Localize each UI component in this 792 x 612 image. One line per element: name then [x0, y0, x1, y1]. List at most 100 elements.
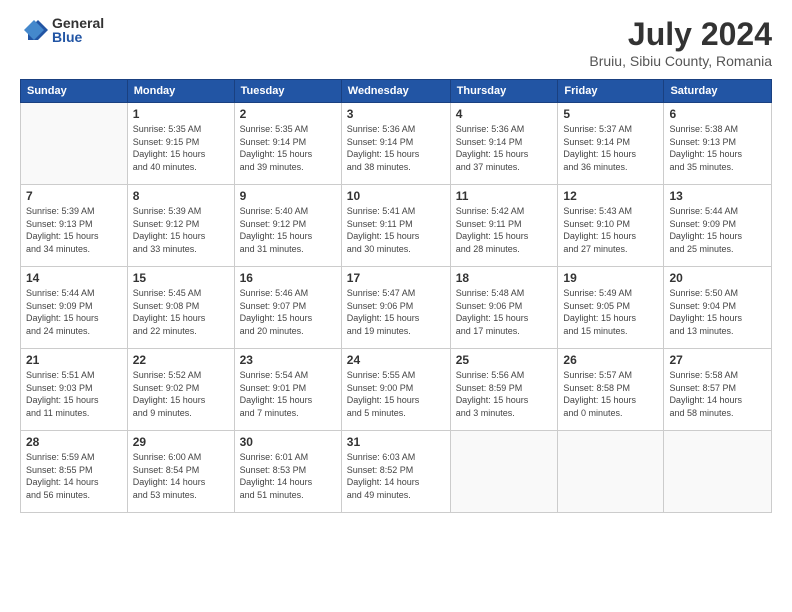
header-sunday: Sunday	[21, 80, 128, 103]
day-info: Sunrise: 5:36 AM Sunset: 9:14 PM Dayligh…	[347, 123, 445, 173]
calendar-cell: 29 Sunrise: 6:00 AM Sunset: 8:54 PM Dayli…	[127, 431, 234, 513]
day-number: 20	[669, 271, 766, 285]
logo-general-text: General	[52, 16, 104, 30]
day-info: Sunrise: 5:47 AM Sunset: 9:06 PM Dayligh…	[347, 287, 445, 337]
day-number: 21	[26, 353, 122, 367]
week-row-5: 28 Sunrise: 5:59 AM Sunset: 8:55 PM Dayli…	[21, 431, 772, 513]
logo-blue-text: Blue	[52, 30, 104, 44]
calendar-cell: 12Sunrise: 5:43 AM Sunset: 9:10 PM Dayli…	[558, 185, 664, 267]
day-number: 4	[456, 107, 553, 121]
header-tuesday: Tuesday	[234, 80, 341, 103]
day-info: Sunrise: 5:41 AM Sunset: 9:11 PM Dayligh…	[347, 205, 445, 255]
day-number: 19	[563, 271, 658, 285]
day-info: Sunrise: 5:44 AM Sunset: 9:09 PM Dayligh…	[26, 287, 122, 337]
day-info: Sunrise: 5:46 AM Sunset: 9:07 PM Dayligh…	[240, 287, 336, 337]
day-number: 31	[347, 435, 445, 449]
calendar-cell: 5Sunrise: 5:37 AM Sunset: 9:14 PM Daylig…	[558, 103, 664, 185]
calendar-cell: 27Sunrise: 5:58 AM Sunset: 8:57 PM Dayli…	[664, 349, 772, 431]
day-number: 5	[563, 107, 658, 121]
calendar-cell: 1Sunrise: 5:35 AM Sunset: 9:15 PM Daylig…	[127, 103, 234, 185]
week-row-3: 14 Sunrise: 5:44 AM Sunset: 9:09 PM Dayli…	[21, 267, 772, 349]
header: General Blue July 2024 Bruiu, Sibiu Coun…	[20, 16, 772, 69]
day-info: Sunrise: 5:45 AM Sunset: 9:08 PM Dayligh…	[133, 287, 229, 337]
day-number: 7	[26, 189, 122, 203]
week-row-1: 1Sunrise: 5:35 AM Sunset: 9:15 PM Daylig…	[21, 103, 772, 185]
day-info: Sunrise: 5:44 AM Sunset: 9:09 PM Dayligh…	[669, 205, 766, 255]
week-row-4: 21Sunrise: 5:51 AM Sunset: 9:03 PM Dayli…	[21, 349, 772, 431]
day-number: 10	[347, 189, 445, 203]
logo-text: General Blue	[52, 16, 104, 44]
calendar-cell: 22 Sunrise: 5:52 AM Sunset: 9:02 PM Dayli…	[127, 349, 234, 431]
month-year: July 2024	[589, 16, 772, 53]
calendar-cell: 16 Sunrise: 5:46 AM Sunset: 9:07 PM Dayli…	[234, 267, 341, 349]
calendar-cell: 15 Sunrise: 5:45 AM Sunset: 9:08 PM Dayli…	[127, 267, 234, 349]
day-info: Sunrise: 5:48 AM Sunset: 9:06 PM Dayligh…	[456, 287, 553, 337]
day-number: 9	[240, 189, 336, 203]
day-number: 11	[456, 189, 553, 203]
calendar-cell: 21Sunrise: 5:51 AM Sunset: 9:03 PM Dayli…	[21, 349, 128, 431]
day-info: Sunrise: 5:42 AM Sunset: 9:11 PM Dayligh…	[456, 205, 553, 255]
header-saturday: Saturday	[664, 80, 772, 103]
calendar-cell: 10 Sunrise: 5:41 AM Sunset: 9:11 PM Dayli…	[341, 185, 450, 267]
calendar-cell: 8Sunrise: 5:39 AM Sunset: 9:12 PM Daylig…	[127, 185, 234, 267]
day-info: Sunrise: 5:40 AM Sunset: 9:12 PM Dayligh…	[240, 205, 336, 255]
calendar-cell: 28 Sunrise: 5:59 AM Sunset: 8:55 PM Dayli…	[21, 431, 128, 513]
header-thursday: Thursday	[450, 80, 558, 103]
day-info: Sunrise: 5:49 AM Sunset: 9:05 PM Dayligh…	[563, 287, 658, 337]
day-number: 2	[240, 107, 336, 121]
calendar-cell: 19 Sunrise: 5:49 AM Sunset: 9:05 PM Dayli…	[558, 267, 664, 349]
calendar-cell	[450, 431, 558, 513]
day-info: Sunrise: 5:55 AM Sunset: 9:00 PM Dayligh…	[347, 369, 445, 419]
calendar-cell	[664, 431, 772, 513]
calendar-table: Sunday Monday Tuesday Wednesday Thursday…	[20, 79, 772, 513]
calendar-cell: 24 Sunrise: 5:55 AM Sunset: 9:00 PM Dayli…	[341, 349, 450, 431]
day-info: Sunrise: 6:00 AM Sunset: 8:54 PM Dayligh…	[133, 451, 229, 501]
day-info: Sunrise: 5:54 AM Sunset: 9:01 PM Dayligh…	[240, 369, 336, 419]
calendar-cell: 25 Sunrise: 5:56 AM Sunset: 8:59 PM Dayli…	[450, 349, 558, 431]
day-number: 14	[26, 271, 122, 285]
day-number: 26	[563, 353, 658, 367]
calendar-cell: 30Sunrise: 6:01 AM Sunset: 8:53 PM Dayli…	[234, 431, 341, 513]
day-number: 29	[133, 435, 229, 449]
day-info: Sunrise: 5:35 AM Sunset: 9:14 PM Dayligh…	[240, 123, 336, 173]
day-info: Sunrise: 5:59 AM Sunset: 8:55 PM Dayligh…	[26, 451, 122, 501]
day-number: 24	[347, 353, 445, 367]
logo: General Blue	[20, 16, 104, 44]
day-info: Sunrise: 5:39 AM Sunset: 9:13 PM Dayligh…	[26, 205, 122, 255]
day-info: Sunrise: 5:39 AM Sunset: 9:12 PM Dayligh…	[133, 205, 229, 255]
calendar-cell: 6Sunrise: 5:38 AM Sunset: 9:13 PM Daylig…	[664, 103, 772, 185]
day-number: 22	[133, 353, 229, 367]
calendar-cell	[558, 431, 664, 513]
day-info: Sunrise: 5:57 AM Sunset: 8:58 PM Dayligh…	[563, 369, 658, 419]
header-monday: Monday	[127, 80, 234, 103]
calendar-cell: 18Sunrise: 5:48 AM Sunset: 9:06 PM Dayli…	[450, 267, 558, 349]
day-number: 25	[456, 353, 553, 367]
calendar-cell: 23 Sunrise: 5:54 AM Sunset: 9:01 PM Dayli…	[234, 349, 341, 431]
day-info: Sunrise: 5:56 AM Sunset: 8:59 PM Dayligh…	[456, 369, 553, 419]
calendar-cell: 11 Sunrise: 5:42 AM Sunset: 9:11 PM Dayli…	[450, 185, 558, 267]
day-number: 15	[133, 271, 229, 285]
day-number: 17	[347, 271, 445, 285]
day-info: Sunrise: 6:03 AM Sunset: 8:52 PM Dayligh…	[347, 451, 445, 501]
calendar-cell: 3 Sunrise: 5:36 AM Sunset: 9:14 PM Daylig…	[341, 103, 450, 185]
header-wednesday: Wednesday	[341, 80, 450, 103]
day-info: Sunrise: 5:50 AM Sunset: 9:04 PM Dayligh…	[669, 287, 766, 337]
calendar-cell: 9 Sunrise: 5:40 AM Sunset: 9:12 PM Daylig…	[234, 185, 341, 267]
calendar-cell: 14 Sunrise: 5:44 AM Sunset: 9:09 PM Dayli…	[21, 267, 128, 349]
day-number: 23	[240, 353, 336, 367]
calendar-cell: 26 Sunrise: 5:57 AM Sunset: 8:58 PM Dayli…	[558, 349, 664, 431]
day-number: 3	[347, 107, 445, 121]
day-info: Sunrise: 5:35 AM Sunset: 9:15 PM Dayligh…	[133, 123, 229, 173]
day-number: 13	[669, 189, 766, 203]
day-info: Sunrise: 6:01 AM Sunset: 8:53 PM Dayligh…	[240, 451, 336, 501]
day-info: Sunrise: 5:36 AM Sunset: 9:14 PM Dayligh…	[456, 123, 553, 173]
calendar-cell: 7 Sunrise: 5:39 AM Sunset: 9:13 PM Daylig…	[21, 185, 128, 267]
calendar-cell: 31 Sunrise: 6:03 AM Sunset: 8:52 PM Dayli…	[341, 431, 450, 513]
day-number: 28	[26, 435, 122, 449]
day-number: 16	[240, 271, 336, 285]
calendar-cell: 4 Sunrise: 5:36 AM Sunset: 9:14 PM Daylig…	[450, 103, 558, 185]
day-info: Sunrise: 5:52 AM Sunset: 9:02 PM Dayligh…	[133, 369, 229, 419]
day-number: 6	[669, 107, 766, 121]
calendar-body: 1Sunrise: 5:35 AM Sunset: 9:15 PM Daylig…	[21, 103, 772, 513]
day-number: 12	[563, 189, 658, 203]
